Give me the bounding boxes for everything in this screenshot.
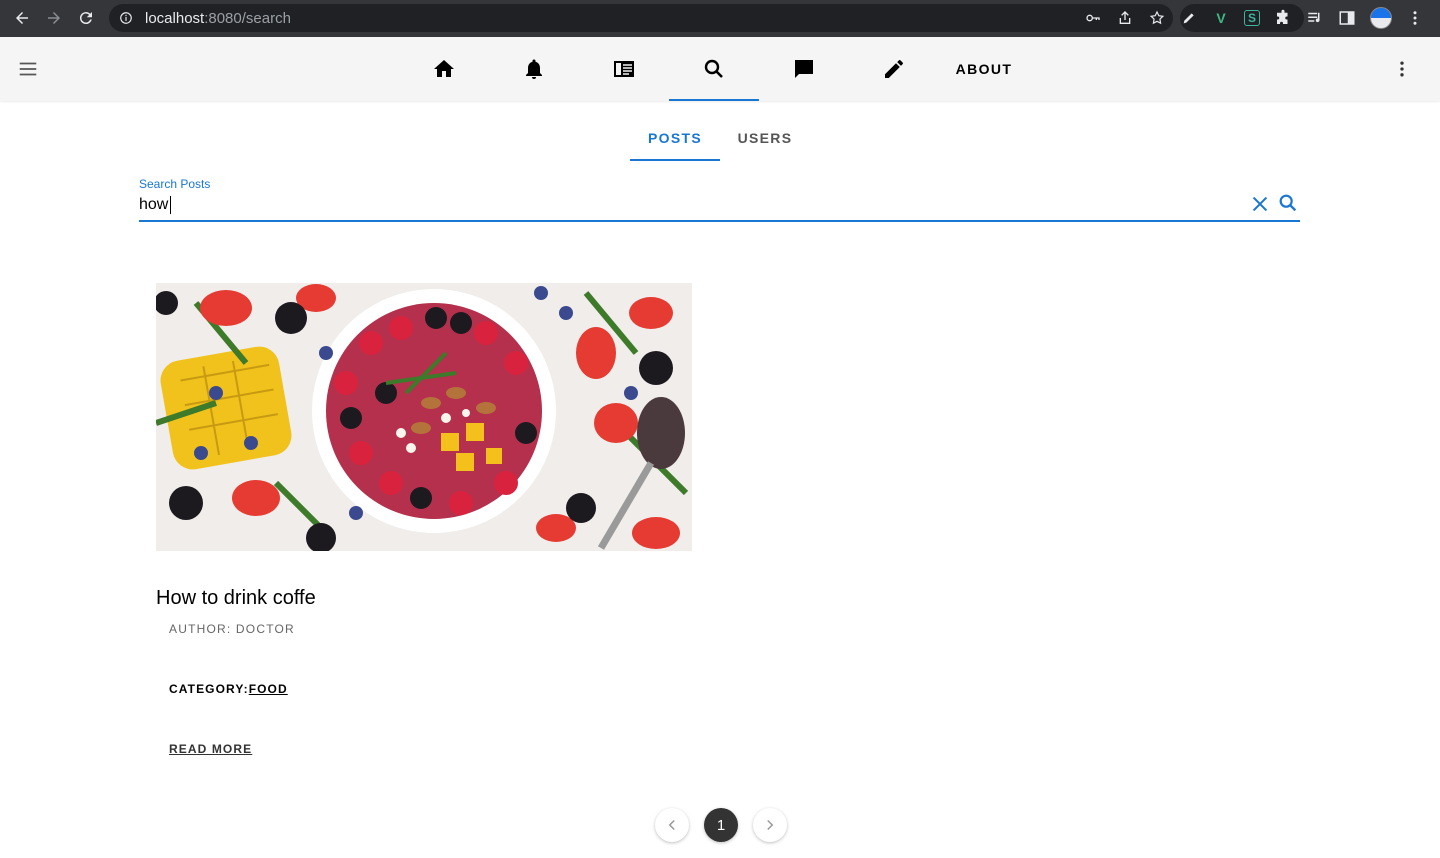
clear-icon[interactable] — [1249, 193, 1271, 215]
next-page-button[interactable] — [753, 808, 787, 842]
s-extension-icon[interactable]: S — [1244, 10, 1260, 26]
category-link[interactable]: FOOD — [249, 682, 288, 696]
search-field-label: Search Posts — [139, 177, 211, 191]
search-posts-field: Search Posts — [139, 176, 1300, 222]
bell-icon — [526, 59, 542, 79]
key-icon[interactable] — [1085, 10, 1101, 26]
search-type-tabs: POSTS USERS — [630, 114, 810, 161]
page-button[interactable]: 1 — [704, 808, 738, 842]
bookmark-star-icon[interactable] — [1149, 10, 1165, 26]
home-icon — [434, 60, 454, 77]
browser-toolbar: localhost:8080/search V S — [0, 0, 1440, 37]
search-input[interactable] — [139, 194, 1229, 216]
post-category: CATEGORY:FOOD — [169, 682, 288, 696]
app-bar: ABOUT — [0, 37, 1440, 101]
post-author: AUTHOR: DOCTOR — [169, 622, 295, 636]
post-title[interactable]: How to drink coffe — [156, 587, 316, 610]
pencil-icon — [885, 60, 903, 78]
read-more-link[interactable]: READ MORE — [169, 742, 252, 756]
tab-write[interactable] — [849, 37, 939, 101]
reload-icon[interactable] — [70, 2, 102, 34]
chevron-right-icon — [767, 819, 774, 831]
tab-users[interactable]: USERS — [720, 114, 810, 161]
chevron-left-icon — [668, 819, 675, 831]
media-control-icon[interactable] — [1306, 9, 1324, 27]
info-icon[interactable] — [119, 11, 133, 25]
pen-extension-icon[interactable] — [1180, 9, 1198, 27]
tab-messages[interactable] — [759, 37, 849, 101]
tab-feed[interactable] — [579, 37, 669, 101]
search-submit-icon[interactable] — [1277, 192, 1299, 214]
chat-icon — [795, 60, 813, 78]
newspaper-icon — [614, 61, 634, 77]
post-image[interactable] — [156, 283, 692, 551]
tab-home[interactable] — [399, 37, 489, 101]
extensions-puzzle-icon[interactable] — [1274, 9, 1292, 27]
tab-about[interactable]: ABOUT — [939, 37, 1029, 101]
hamburger-menu-icon[interactable] — [12, 53, 44, 85]
main-nav: ABOUT — [399, 37, 1029, 101]
fruit-bowl-photo — [156, 283, 692, 551]
more-options-icon[interactable] — [1390, 57, 1414, 81]
tab-search[interactable] — [669, 37, 759, 101]
search-icon — [704, 59, 723, 78]
text-caret — [170, 196, 171, 214]
back-icon[interactable] — [6, 2, 38, 34]
pagination: 1 — [655, 807, 787, 843]
prev-page-button[interactable] — [655, 808, 689, 842]
url-text: localhost:8080/search — [145, 9, 291, 27]
category-prefix: CATEGORY: — [169, 682, 249, 696]
profile-avatar[interactable] — [1370, 7, 1392, 29]
side-panel-icon[interactable] — [1338, 9, 1356, 27]
tab-notifications[interactable] — [489, 37, 579, 101]
forward-icon[interactable] — [38, 2, 70, 34]
share-icon[interactable] — [1117, 10, 1133, 26]
address-bar[interactable]: localhost:8080/search — [109, 4, 1173, 32]
vue-devtools-icon[interactable]: V — [1212, 9, 1230, 27]
browser-menu-icon[interactable] — [1406, 9, 1424, 27]
tab-posts[interactable]: POSTS — [630, 114, 720, 161]
